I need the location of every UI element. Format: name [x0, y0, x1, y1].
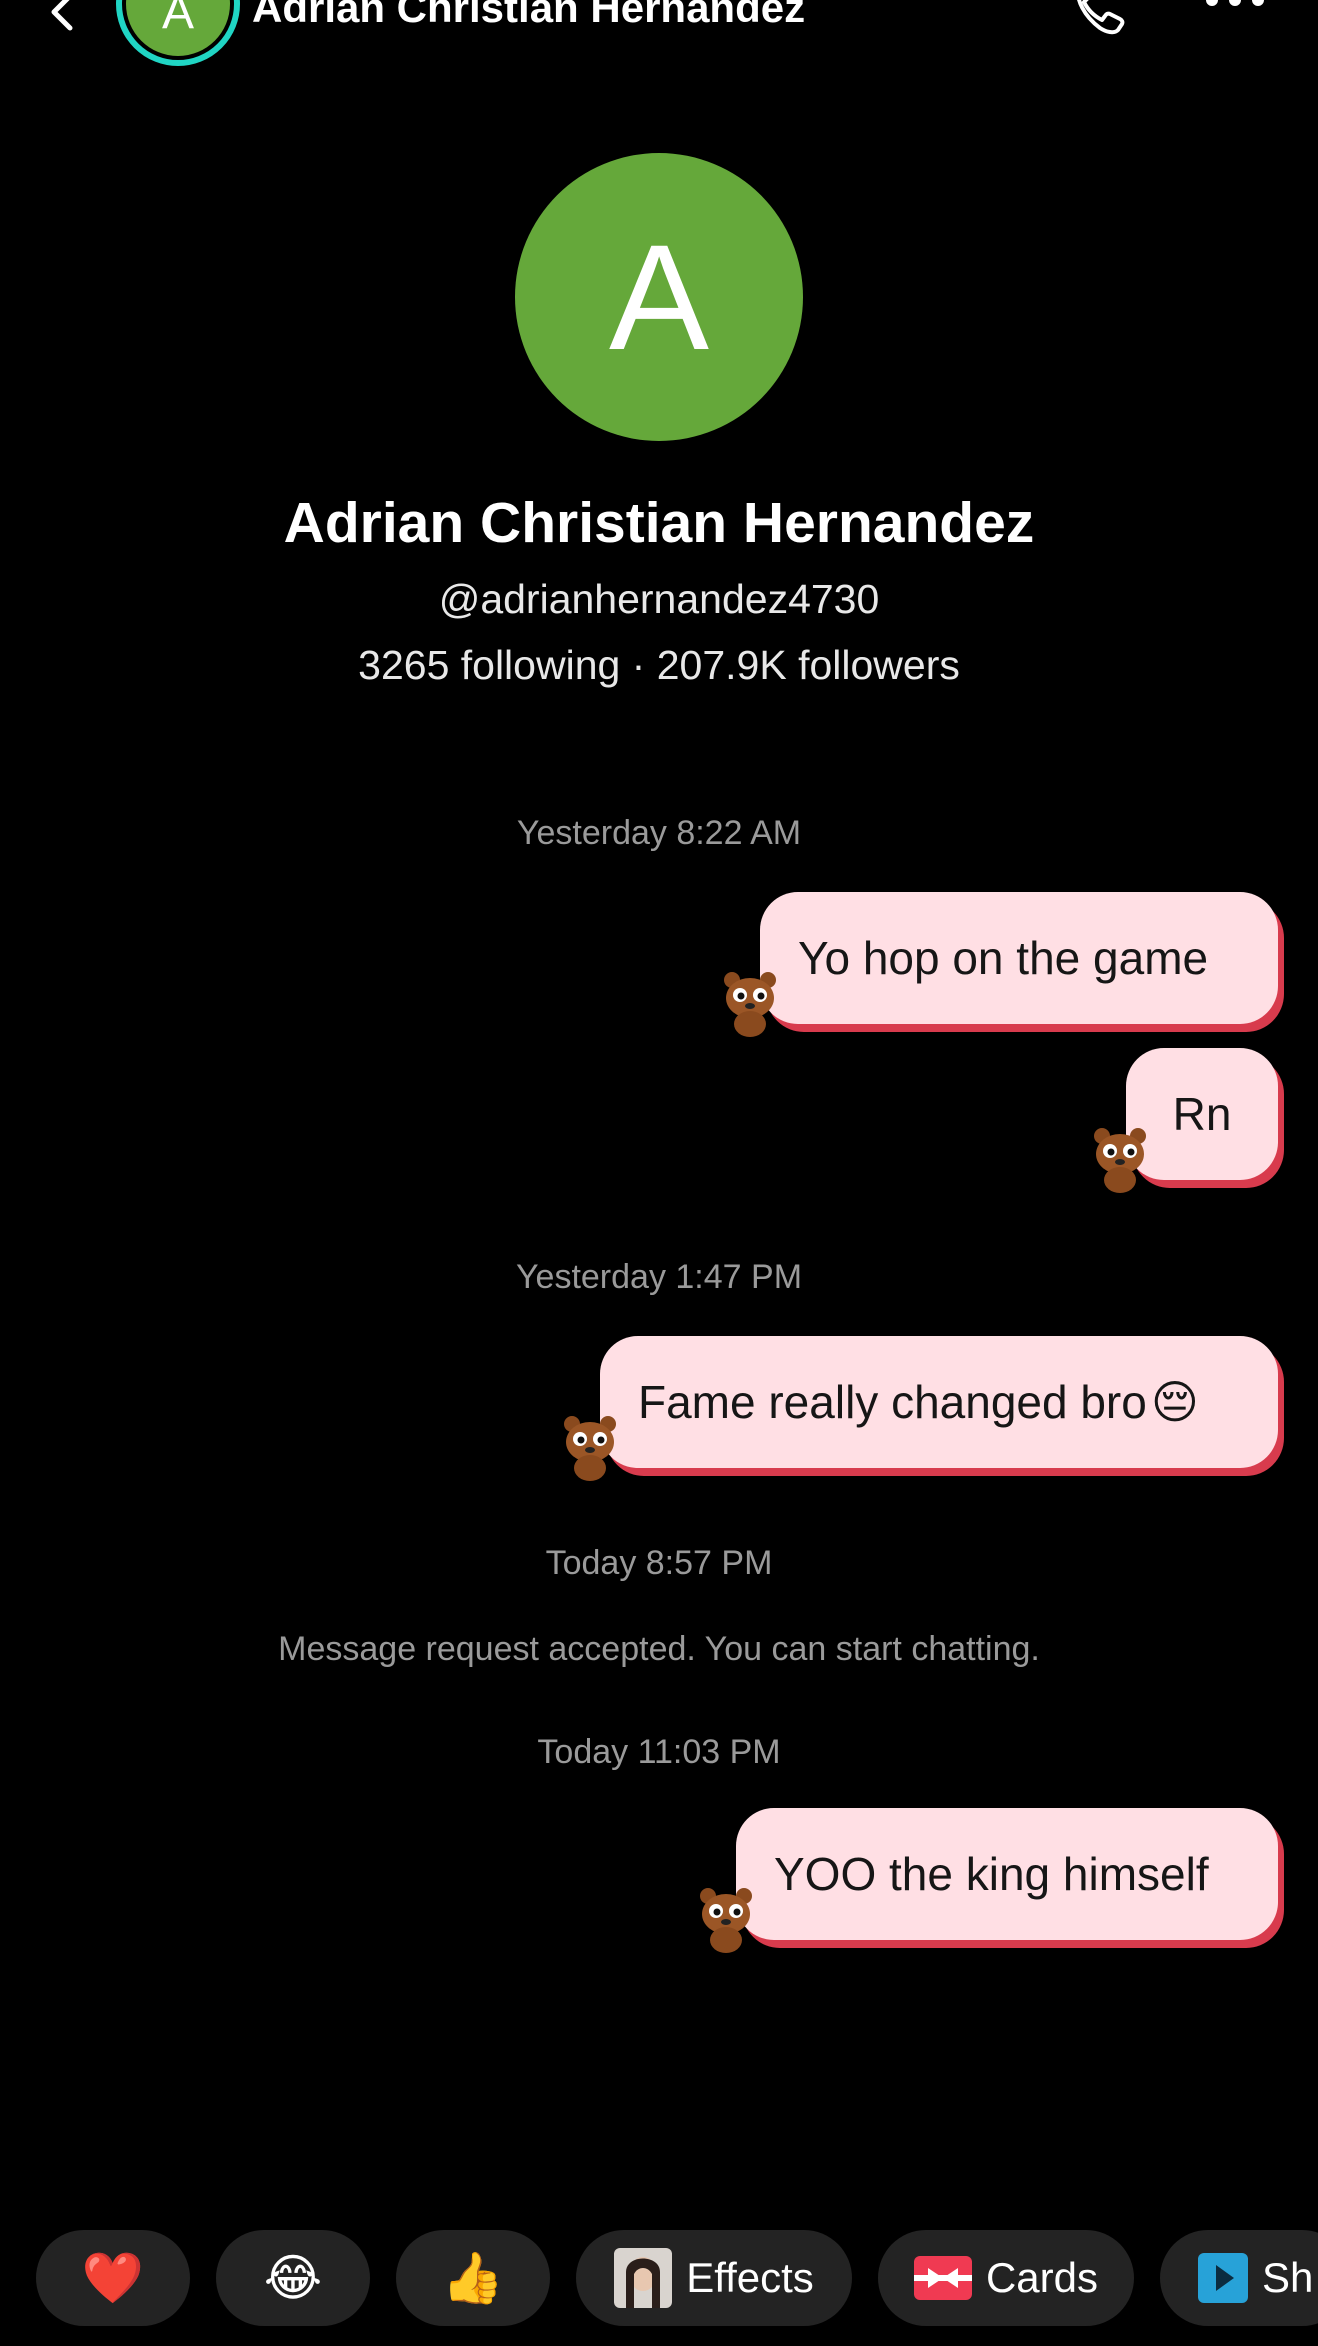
message-row: Fame really changed bro 😔 [558, 1336, 1278, 1481]
heart-icon: ❤️ [81, 2250, 145, 2306]
share-button[interactable]: Sh [1160, 2230, 1318, 2326]
effects-label: Effects [686, 2254, 814, 2301]
message-row: Yo hop on the game [718, 892, 1278, 1037]
bear-sticker-icon [700, 1888, 752, 1953]
back-button[interactable] [40, 0, 90, 38]
message-bubble[interactable]: Fame really changed bro 😔 [600, 1336, 1278, 1468]
profile-avatar[interactable]: A [515, 153, 803, 441]
message-bubble[interactable]: YOO the king himself [736, 1808, 1278, 1940]
message-bubble[interactable]: Yo hop on the game [760, 892, 1278, 1024]
message-text: Rn [1172, 1088, 1232, 1140]
message-text: Yo hop on the game [798, 932, 1209, 984]
play-square-icon [1198, 2253, 1248, 2303]
bear-sticker-icon [1094, 1128, 1146, 1193]
thumbs-up-reaction-button[interactable]: 👍 [396, 2230, 550, 2326]
share-label: Sh [1262, 2254, 1314, 2301]
timestamp: Today 8:57 PM [545, 1544, 773, 1582]
call-button[interactable] [1062, 0, 1132, 46]
heart-reaction-button[interactable]: ❤️ [36, 2230, 190, 2326]
laugh-reaction-button[interactable]: 😂 [216, 2230, 370, 2326]
bear-sticker-icon [724, 972, 776, 1037]
more-horizontal-icon [1206, 0, 1264, 6]
effects-button[interactable]: Effects [576, 2230, 852, 2326]
message-text: Fame really changed bro [638, 1376, 1147, 1428]
gift-card-icon [913, 2256, 972, 2300]
phone-icon [1077, 0, 1125, 35]
header-title[interactable]: Adrian Christian Hernandez [252, 0, 805, 32]
quick-actions-bar: ❤️ 😂 👍 Effects Cards Sh [0, 2230, 1318, 2326]
timestamp: Today 11:03 PM [537, 1733, 781, 1771]
message-text: YOO the king himself [774, 1848, 1209, 1900]
pensive-emoji-icon: 😔 [1150, 1376, 1199, 1428]
laughing-face-icon: 😂 [263, 2250, 323, 2306]
chevron-left-icon [51, 0, 73, 31]
system-message: Message request accepted. You can start … [278, 1630, 1040, 1668]
more-options-button[interactable] [1200, 0, 1270, 30]
message-row: YOO the king himself [694, 1808, 1278, 1953]
timestamp: Yesterday 1:47 PM [515, 1258, 803, 1296]
cards-label: Cards [985, 2254, 1099, 2301]
header-avatar-letter: A [126, 0, 230, 56]
thumbs-up-icon: 👍 [441, 2250, 505, 2306]
profile-stats: 3265 following · 207.9K followers [358, 642, 960, 688]
profile-handle: @adrianhernandez4730 [438, 576, 880, 622]
timestamp: Yesterday 8:22 AM [516, 814, 802, 852]
profile-name: Adrian Christian Hernandez [283, 491, 1035, 555]
chat-header: A Adrian Christian Hernandez [0, 0, 1318, 66]
effects-thumbnail-icon [614, 2248, 673, 2308]
cards-button[interactable]: Cards [878, 2230, 1134, 2326]
bear-sticker-icon [564, 1416, 616, 1481]
header-avatar[interactable]: A [116, 0, 240, 66]
message-row: Rn [1088, 1048, 1278, 1193]
